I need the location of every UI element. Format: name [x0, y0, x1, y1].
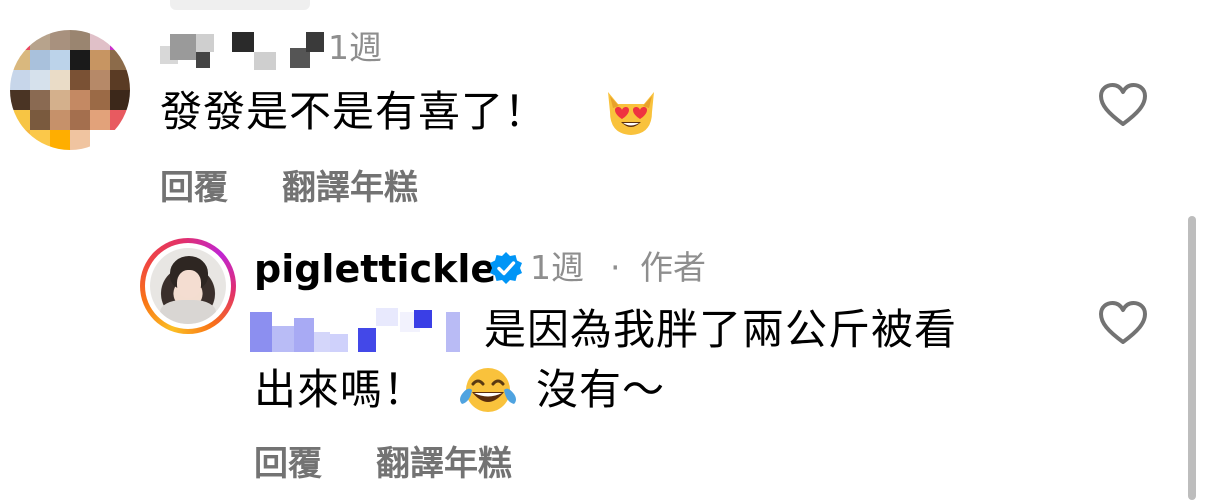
top-divider — [170, 0, 310, 10]
comment-actions: 回覆 翻譯年糕 — [160, 168, 418, 208]
author-avatar[interactable] — [140, 238, 236, 334]
commenter-username-blurred[interactable] — [160, 28, 328, 72]
tears-of-joy-emoji-icon — [458, 364, 518, 418]
reply-text-line1: 是因為我胖了兩公斤被看 — [484, 305, 958, 354]
mention-username-blurred[interactable] — [250, 302, 470, 352]
reply-button[interactable]: 回覆 — [160, 168, 228, 208]
reply-timestamp: 1週 — [530, 248, 584, 287]
comment-text: 發發是不是有喜了！ — [160, 87, 548, 136]
author-username[interactable]: piglettickle — [254, 246, 496, 292]
meta-separator: · — [610, 248, 621, 287]
reply-text-line2: 出來嗎！ — [254, 365, 427, 414]
author-avatar-photo — [150, 248, 226, 324]
scrollbar[interactable] — [1188, 216, 1196, 500]
translate-button[interactable]: 翻譯年糕 — [282, 168, 418, 208]
author-badge: 作者 — [640, 248, 706, 287]
reply-text-after-emoji: 沒有～ — [536, 365, 666, 414]
comment-timestamp: 1週 — [328, 28, 382, 67]
translate-button[interactable]: 翻譯年糕 — [376, 444, 512, 484]
like-comment-heart-icon[interactable] — [1098, 82, 1148, 128]
reply-button[interactable]: 回覆 — [254, 444, 322, 484]
commenter-avatar[interactable] — [10, 30, 130, 150]
like-reply-heart-icon[interactable] — [1098, 300, 1148, 346]
verified-badge-icon — [488, 250, 524, 286]
reply-actions: 回覆 翻譯年糕 — [254, 444, 512, 484]
cat-heart-eyes-emoji-icon — [602, 82, 660, 138]
